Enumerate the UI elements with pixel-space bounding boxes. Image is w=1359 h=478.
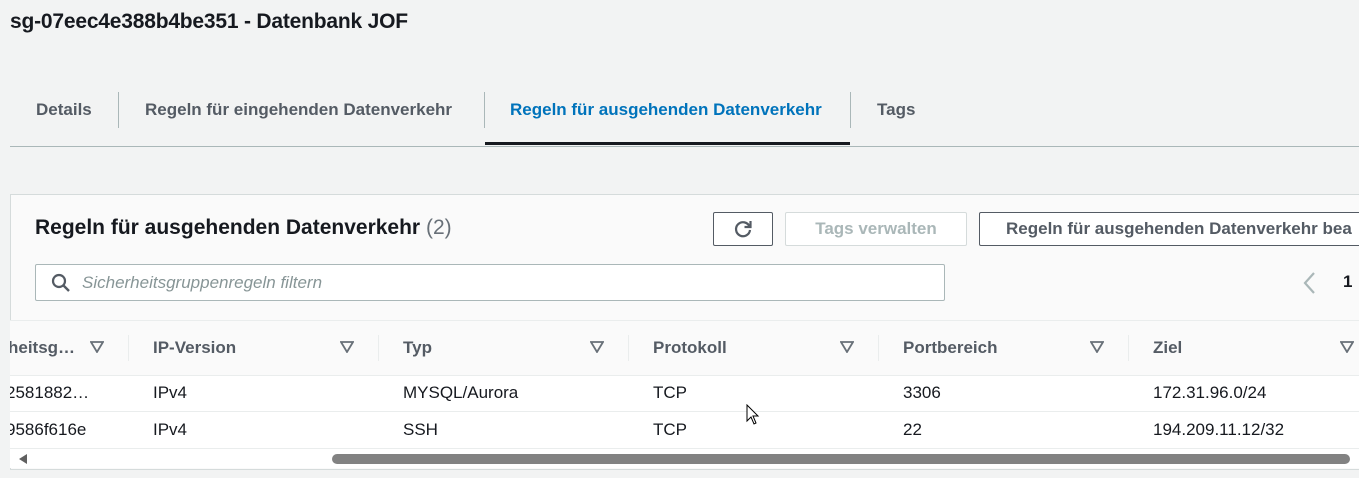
cell-type: MYSQL/Aurora xyxy=(403,383,519,402)
active-tab-indicator xyxy=(485,142,850,145)
column-divider xyxy=(378,335,379,361)
cell-security-group-rule-id: 2581882… xyxy=(10,383,90,402)
cell-ip-version: IPv4 xyxy=(153,420,188,439)
tab-divider xyxy=(484,92,485,128)
column-divider xyxy=(878,335,879,361)
mouse-cursor-icon xyxy=(746,404,760,425)
tab-divider xyxy=(850,92,851,128)
table-header: heitsg… IP-Version Typ Protokoll Portber… xyxy=(10,320,1359,376)
tab-outbound-rules[interactable]: Regeln für ausgehenden Datenverkehr xyxy=(510,90,822,130)
column-divider xyxy=(128,335,129,361)
tab-divider xyxy=(118,92,119,128)
cell-protocol: TCP xyxy=(653,420,687,439)
horizontal-scrollbar[interactable] xyxy=(10,450,1359,468)
refresh-icon xyxy=(734,221,752,238)
tab-tags[interactable]: Tags xyxy=(877,90,915,130)
tab-details[interactable]: Details xyxy=(36,90,92,130)
panel-title: Regeln für ausgehenden Datenverkehr (2) xyxy=(35,216,452,240)
cell-port-range: 3306 xyxy=(903,383,941,402)
search-icon xyxy=(51,273,70,292)
column-header-ip-version[interactable]: IP-Version xyxy=(153,321,236,375)
scroll-left-icon[interactable] xyxy=(18,453,28,465)
sort-icon[interactable] xyxy=(840,341,854,353)
cell-port-range: 22 xyxy=(903,420,922,439)
sort-icon[interactable] xyxy=(1340,341,1354,353)
search-field[interactable] xyxy=(35,264,945,301)
column-divider xyxy=(628,335,629,361)
rule-count: (2) xyxy=(425,216,452,239)
table-row[interactable]: 2581882… IPv4 MYSQL/Aurora TCP 3306 172.… xyxy=(10,374,1359,412)
column-header-port-range[interactable]: Portbereich xyxy=(903,321,997,375)
sort-icon[interactable] xyxy=(1090,341,1104,353)
cell-destination: 194.209.11.12/32 xyxy=(1153,420,1285,439)
column-divider xyxy=(1128,335,1129,361)
tab-inbound-rules[interactable]: Regeln für eingehenden Datenverkehr xyxy=(145,90,452,130)
cell-security-group-rule-id: 9586f616e xyxy=(10,420,87,439)
page-title: sg-07eec4e388b4be351 - Datenbank JOF xyxy=(10,10,408,33)
sort-icon[interactable] xyxy=(590,341,604,353)
manage-tags-button[interactable]: Tags verwalten xyxy=(785,212,967,246)
search-input[interactable] xyxy=(80,271,924,294)
sort-icon[interactable] xyxy=(340,341,354,353)
column-header-type[interactable]: Typ xyxy=(403,321,432,375)
scrollbar-thumb[interactable] xyxy=(332,454,1350,464)
page-number[interactable]: 1 xyxy=(1343,272,1352,292)
panel-title-text: Regeln für ausgehenden Datenverkehr xyxy=(35,216,421,239)
cell-ip-version: IPv4 xyxy=(153,383,188,402)
table-row[interactable]: 9586f616e IPv4 SSH TCP 22 194.209.11.12/… xyxy=(10,411,1359,449)
chevron-left-icon[interactable] xyxy=(1300,268,1320,298)
sort-icon[interactable] xyxy=(90,341,104,353)
column-header-protocol[interactable]: Protokoll xyxy=(653,321,727,375)
cell-protocol: TCP xyxy=(653,383,687,402)
refresh-button[interactable] xyxy=(713,212,773,246)
column-header-security-group[interactable]: heitsg… xyxy=(10,321,75,375)
cell-destination: 172.31.96.0/24 xyxy=(1153,383,1267,402)
rules-table: heitsg… IP-Version Typ Protokoll Portber… xyxy=(10,320,1359,450)
column-header-destination[interactable]: Ziel xyxy=(1153,321,1182,375)
cell-type: SSH xyxy=(403,420,438,439)
edit-outbound-rules-button[interactable]: Regeln für ausgehenden Datenverkehr bea xyxy=(979,212,1359,246)
